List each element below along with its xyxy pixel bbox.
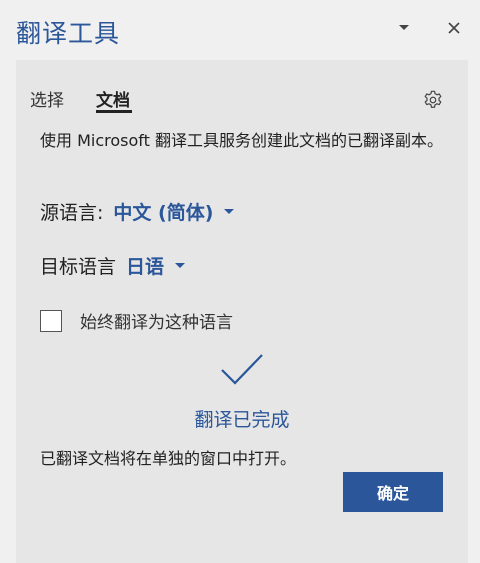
source-language-row: 源语言: 中文 (简体) bbox=[40, 198, 235, 225]
always-translate-checkbox[interactable] bbox=[40, 309, 62, 332]
close-icon bbox=[448, 22, 460, 34]
collapse-button[interactable] bbox=[392, 16, 416, 40]
tab-selection[interactable]: 选择 bbox=[30, 86, 64, 111]
source-language-value: 中文 (简体) bbox=[113, 202, 214, 224]
target-language-value: 日语 bbox=[126, 256, 165, 278]
pane-header: 翻译工具 bbox=[0, 0, 480, 60]
always-translate-label: 始终翻译为这种语言 bbox=[80, 313, 233, 333]
close-button[interactable] bbox=[442, 16, 466, 40]
chevron-down-icon bbox=[175, 263, 186, 268]
target-language-dropdown[interactable]: 日语 bbox=[126, 252, 186, 279]
source-language-dropdown[interactable]: 中文 (简体) bbox=[113, 198, 235, 225]
target-language-label: 目标语言 bbox=[40, 256, 117, 278]
translator-pane: 选择 文档 使用 Microsoft 翻译工具服务创建此文档的已翻译副本。 源语… bbox=[16, 60, 468, 563]
chevron-down-icon bbox=[224, 209, 235, 214]
status-detail: 已翻译文档将在单独的窗口中打开。 bbox=[40, 449, 297, 468]
status-text: 翻译已完成 bbox=[194, 409, 290, 431]
target-language-row: 目标语言 日语 bbox=[40, 252, 186, 279]
ok-button[interactable]: 确定 bbox=[343, 472, 443, 512]
tab-document[interactable]: 文档 bbox=[96, 86, 130, 111]
pane-title: 翻译工具 bbox=[16, 19, 121, 48]
checkmark-icon bbox=[221, 354, 263, 385]
settings-button[interactable] bbox=[422, 89, 446, 113]
chevron-down-icon bbox=[399, 25, 409, 30]
always-translate-row: 始终翻译为这种语言 bbox=[40, 308, 233, 333]
tab-underline bbox=[96, 110, 132, 113]
description-text: 使用 Microsoft 翻译工具服务创建此文档的已翻译副本。 bbox=[40, 131, 443, 150]
source-language-label: 源语言: bbox=[40, 202, 104, 224]
gear-icon bbox=[424, 90, 442, 108]
